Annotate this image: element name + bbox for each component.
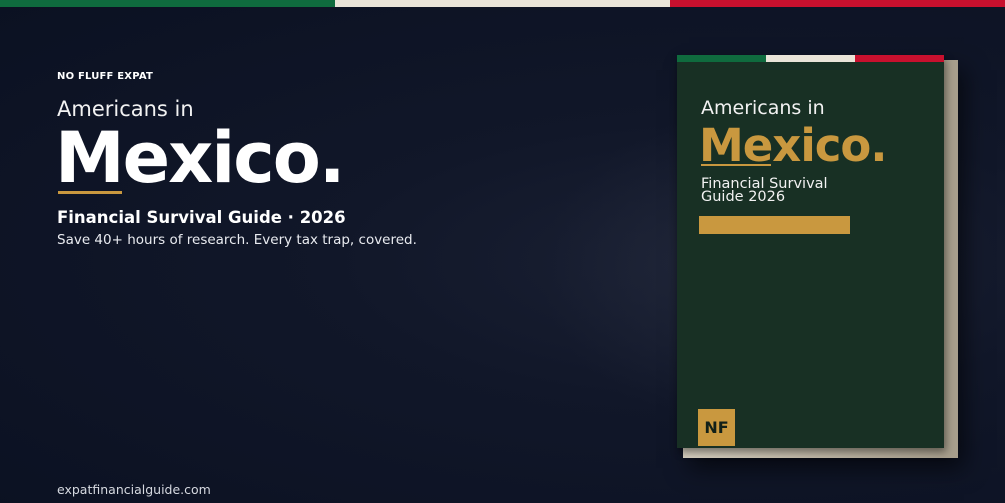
cover-title-underline <box>701 164 771 166</box>
hero-tagline: Save 40+ hours of research. Every tax tr… <box>57 232 417 248</box>
hero-subtitle: Financial Survival Guide · 2026 <box>57 208 346 227</box>
flag-green-stripe <box>0 0 335 7</box>
cover-badge-logo: NF <box>698 409 735 446</box>
flag-stripe-bar <box>0 0 1005 7</box>
hero-headline-text: Mexico. <box>55 117 345 199</box>
cover-flag-stripe <box>677 55 944 62</box>
cover-red-stripe <box>855 55 944 62</box>
cover-lead: Americans in <box>701 97 825 119</box>
footer-url-link[interactable]: expatfinancialguide.com <box>57 482 211 497</box>
cover-green-stripe <box>677 55 766 62</box>
cover-subtitle: Financial Survival Guide 2026 <box>701 176 828 205</box>
hero-headline: Mexico. <box>55 121 345 196</box>
brand-kicker: NO FLUFF EXPAT <box>57 71 153 82</box>
flag-white-stripe <box>335 0 670 7</box>
headline-underline <box>58 191 122 194</box>
cover-accent-bar <box>699 216 850 234</box>
cover-white-stripe <box>766 55 855 62</box>
flag-red-stripe <box>670 0 1005 7</box>
book-cover: Americans in Mexico. Financial Survival … <box>677 55 944 448</box>
